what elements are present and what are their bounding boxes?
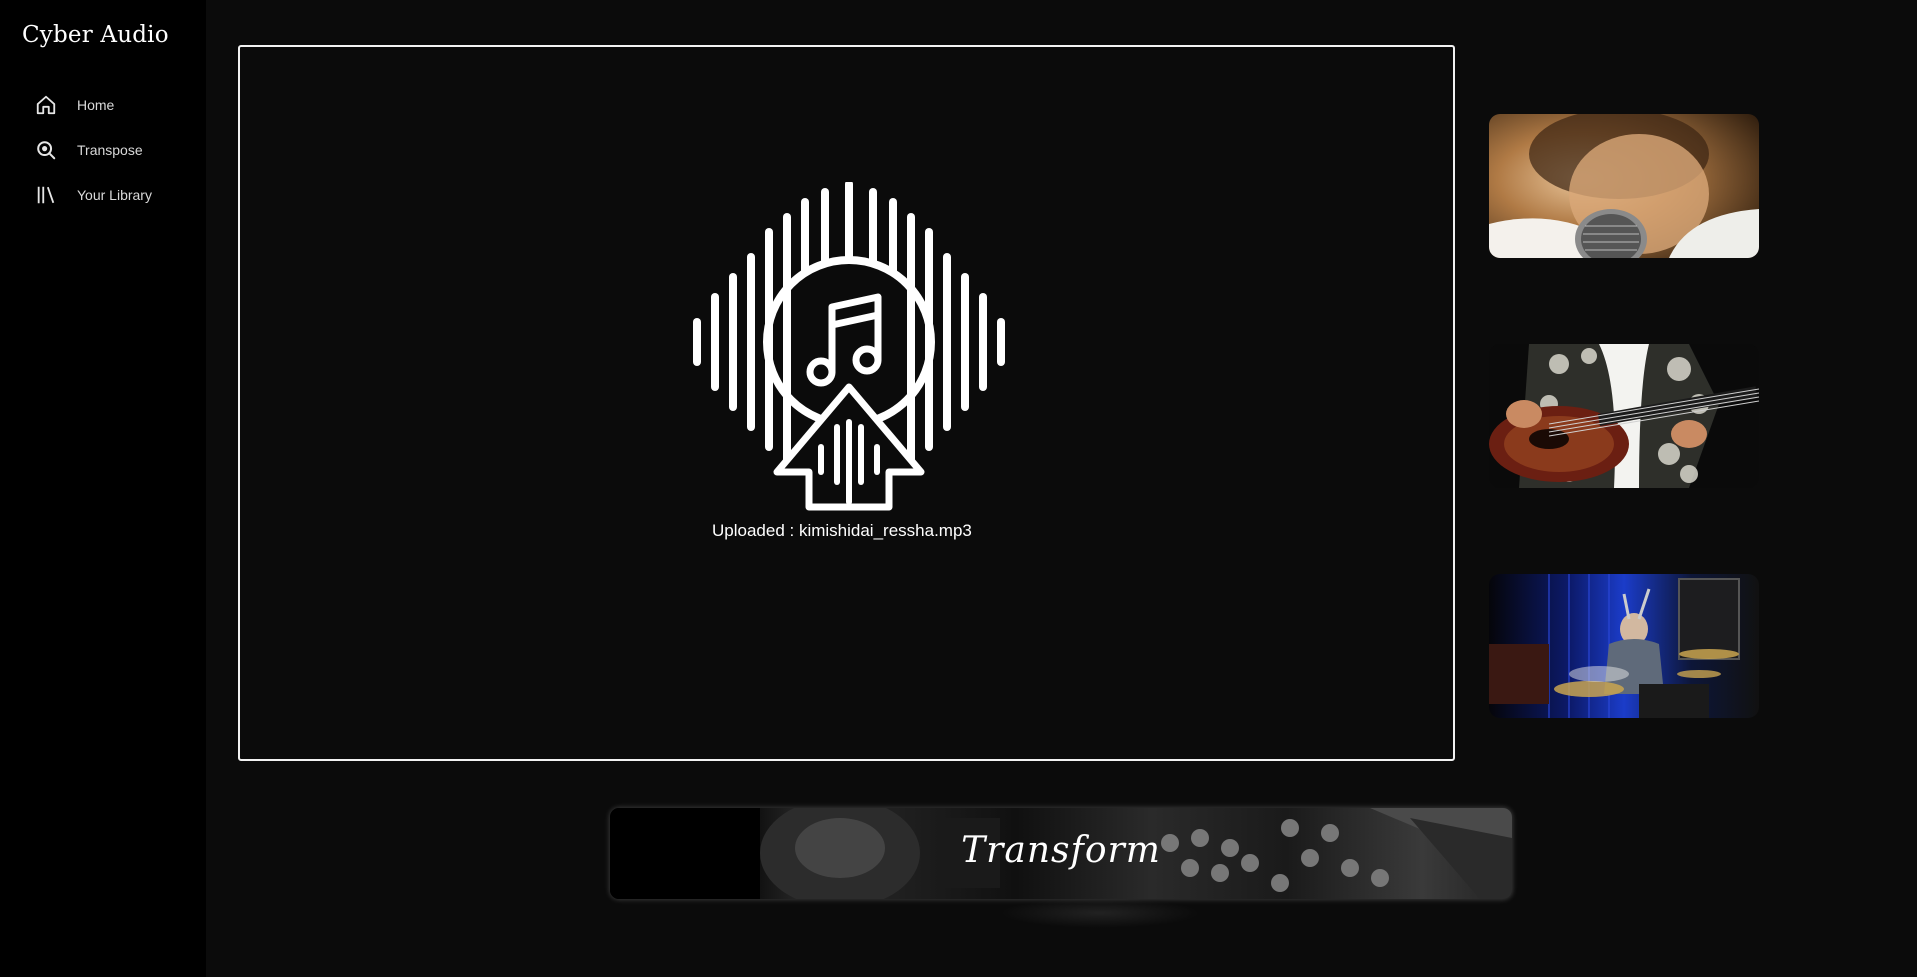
app-title: Cyber Audio: [22, 22, 169, 48]
music-upload-icon: [689, 180, 1009, 517]
library-icon: [34, 183, 58, 207]
sidebar: Cyber Audio Home Transpose Your Library: [0, 0, 206, 977]
sidebar-item-label: Home: [77, 96, 115, 113]
sidebar-item-label: Your Library: [77, 186, 152, 203]
search-icon: [34, 138, 58, 162]
transform-button[interactable]: Transform: [610, 808, 1512, 899]
sidebar-item-transpose[interactable]: Transpose: [0, 127, 206, 172]
sidebar-nav: Home Transpose Your Library: [0, 82, 206, 217]
upload-dropzone[interactable]: Uploaded : kimishidai_ressha.mp3: [238, 45, 1455, 761]
button-glow: [1000, 898, 1200, 928]
sidebar-item-your-library[interactable]: Your Library: [0, 172, 206, 217]
sidebar-item-home[interactable]: Home: [0, 82, 206, 127]
sidebar-item-label: Transpose: [77, 141, 143, 158]
guitarist-image: [1489, 344, 1759, 488]
home-icon: [34, 93, 58, 117]
transform-label: Transform: [961, 830, 1161, 871]
singer-image: [1489, 114, 1759, 258]
drummer-image: [1489, 574, 1759, 718]
upload-status: Uploaded : kimishidai_ressha.mp3: [712, 521, 972, 540]
